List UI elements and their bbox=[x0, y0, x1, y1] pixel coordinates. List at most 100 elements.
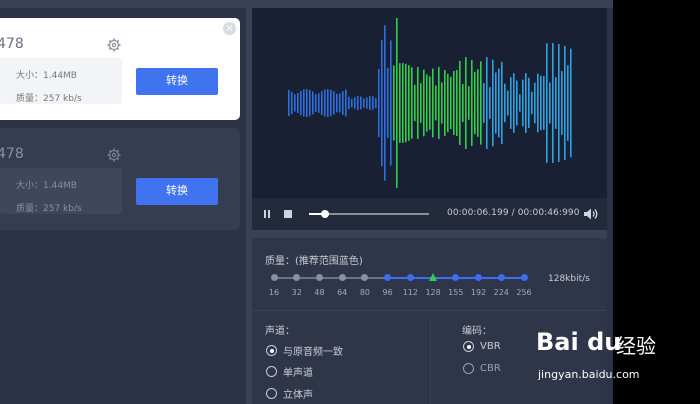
quality-tick-label: 16 bbox=[268, 288, 280, 297]
channel-option-mono[interactable]: 单声道 bbox=[266, 364, 313, 379]
file-size: 大小：1.44MB bbox=[16, 71, 77, 81]
volume-icon[interactable] bbox=[583, 207, 599, 221]
waveform-bar bbox=[444, 70, 446, 136]
waveform-bar bbox=[300, 90, 302, 116]
time-readout: 00:00:06.199 / 00:00:46:990 bbox=[447, 208, 580, 218]
waveform-bar bbox=[405, 63, 407, 143]
watermark-logo: Bai du bbox=[536, 328, 622, 356]
waveform-bar bbox=[441, 82, 443, 124]
quality-tick-label: 256 bbox=[516, 288, 532, 297]
waveform-bar bbox=[294, 94, 296, 112]
waveform-bar bbox=[462, 84, 464, 122]
waveform-bar bbox=[519, 94, 521, 112]
quality-stop[interactable] bbox=[338, 274, 346, 281]
quality-stop[interactable] bbox=[361, 274, 369, 281]
encoding-title: 编码： bbox=[462, 326, 492, 337]
waveform-bar bbox=[558, 44, 560, 162]
waveform-bar bbox=[384, 25, 386, 181]
top-bar bbox=[0, 0, 613, 8]
file-card-active[interactable]: 478 × 大小：1.44MB 质量：257 kb/s 转换 bbox=[0, 18, 240, 120]
channel-option-stereo[interactable]: 立体声 bbox=[266, 386, 313, 401]
waveform-bar bbox=[411, 67, 413, 139]
waveform-bar bbox=[549, 82, 551, 124]
file-name: 478 bbox=[0, 36, 24, 52]
quality-tick-label: 128 bbox=[425, 288, 441, 297]
waveform-bar bbox=[339, 93, 341, 113]
quality-stop[interactable] bbox=[497, 274, 505, 281]
radio-label: 立体声 bbox=[283, 390, 313, 401]
waveform-bar bbox=[369, 96, 371, 110]
waveform-bar bbox=[351, 98, 353, 108]
waveform-bar bbox=[387, 68, 389, 138]
quality-stop[interactable] bbox=[475, 274, 483, 281]
radio-label: VBR bbox=[480, 341, 501, 352]
encoding-option-cbr[interactable]: CBR bbox=[463, 363, 501, 374]
convert-button[interactable]: 转换 bbox=[136, 68, 218, 95]
waveform-bar bbox=[348, 96, 350, 110]
waveform-bar bbox=[552, 43, 554, 163]
quality-stop[interactable] bbox=[384, 274, 392, 281]
waveform-bar bbox=[546, 43, 548, 163]
quality-stop[interactable] bbox=[270, 274, 278, 281]
settings-column-divider bbox=[430, 320, 431, 404]
close-icon[interactable]: × bbox=[223, 22, 236, 35]
waveform-bar bbox=[516, 80, 518, 126]
waveform-bar bbox=[561, 71, 563, 135]
waveform-bar bbox=[366, 97, 368, 109]
quality-stop[interactable] bbox=[293, 274, 301, 281]
waveform-bar bbox=[375, 98, 377, 108]
quality-tick-label: 48 bbox=[314, 288, 325, 297]
radio-label: CBR bbox=[480, 363, 501, 374]
gear-icon[interactable] bbox=[107, 148, 121, 162]
waveform-bar bbox=[330, 89, 332, 117]
waveform-bar bbox=[417, 67, 419, 139]
waveform-bar bbox=[390, 40, 392, 166]
waveform-bar bbox=[357, 96, 359, 110]
quality-stop[interactable] bbox=[452, 274, 460, 281]
selected-quality-marker[interactable] bbox=[429, 273, 438, 281]
waveform-bar bbox=[471, 59, 473, 147]
waveform-bar bbox=[396, 18, 398, 188]
seek-bar[interactable] bbox=[309, 210, 429, 218]
channel-option-original[interactable]: 与原音频一致 bbox=[266, 343, 343, 358]
waveform[interactable] bbox=[252, 8, 607, 198]
seek-handle[interactable] bbox=[320, 210, 329, 218]
file-card[interactable]: 478 大小：1.44MB 质量：257 kb/s 转换 bbox=[0, 128, 240, 230]
waveform-bar bbox=[297, 92, 299, 114]
waveform-bar bbox=[327, 89, 329, 117]
waveform-bar bbox=[435, 85, 437, 121]
waveform-bar bbox=[543, 76, 545, 130]
quality-slider-track bbox=[274, 277, 524, 279]
waveform-bar bbox=[564, 45, 566, 161]
file-list: 478 × 大小：1.44MB 质量：257 kb/s 转换 478 大小：1.… bbox=[0, 8, 246, 404]
waveform-bar bbox=[432, 68, 434, 138]
quality-stop[interactable] bbox=[315, 274, 323, 281]
waveform-bar bbox=[531, 91, 533, 115]
waveform-bar bbox=[555, 77, 557, 129]
waveform-bar bbox=[306, 89, 308, 117]
waveform-bar bbox=[450, 76, 452, 130]
convert-button[interactable]: 转换 bbox=[136, 178, 218, 205]
radio-label: 与原音频一致 bbox=[283, 347, 343, 358]
waveform-bar bbox=[363, 98, 365, 108]
waveform-bar bbox=[468, 86, 470, 120]
quality-stop[interactable] bbox=[406, 274, 414, 281]
waveform-bar bbox=[522, 79, 524, 127]
waveform-bar bbox=[345, 89, 347, 117]
waveform-bar bbox=[459, 60, 461, 146]
stop-icon[interactable] bbox=[284, 210, 292, 218]
waveform-bar bbox=[381, 39, 383, 167]
waveform-bar bbox=[498, 68, 500, 138]
section-divider bbox=[252, 230, 607, 238]
gear-icon[interactable] bbox=[107, 38, 121, 52]
encoding-option-vbr[interactable]: VBR bbox=[463, 341, 501, 352]
file-info: 大小：1.44MB 质量：257 kb/s bbox=[0, 58, 122, 104]
pause-icon[interactable] bbox=[264, 210, 272, 218]
waveform-bar bbox=[378, 69, 380, 137]
waveform-bar bbox=[438, 67, 440, 139]
radio-checked-icon bbox=[266, 345, 277, 356]
quality-stop[interactable] bbox=[520, 274, 528, 281]
waveform-bar bbox=[540, 75, 542, 131]
waveform-bar bbox=[426, 74, 428, 132]
waveform-bar bbox=[354, 97, 356, 109]
